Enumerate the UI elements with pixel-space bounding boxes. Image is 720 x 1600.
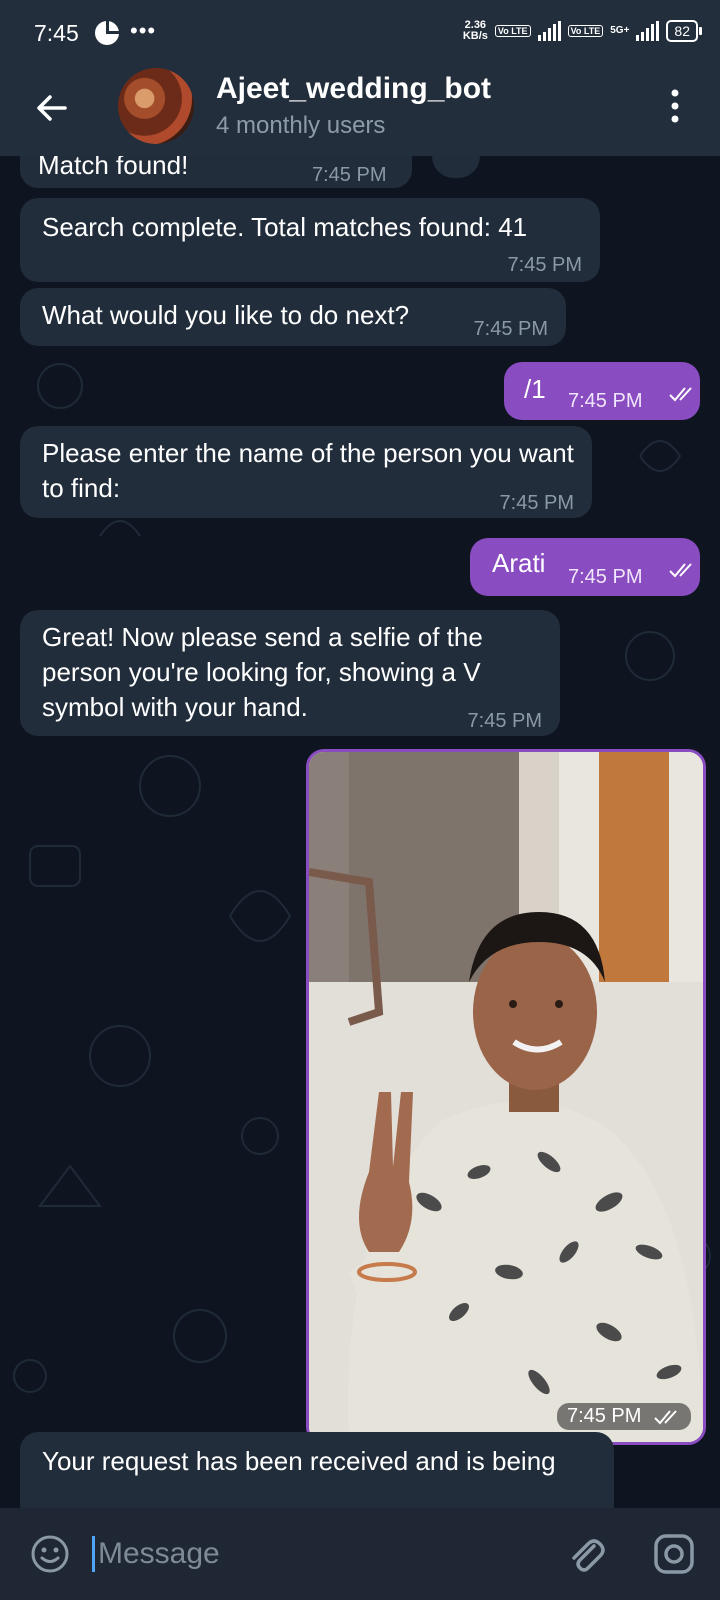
message-incoming[interactable]: Your request has been received and is be… <box>20 1432 614 1508</box>
message-input[interactable] <box>96 1530 530 1578</box>
message-incoming[interactable]: Please enter the name of the person you … <box>20 426 592 518</box>
selfie-photo[interactable] <box>309 752 703 1442</box>
chat-area[interactable]: Match found! 7:45 PM Search complete. To… <box>0 156 720 1508</box>
emoji-icon[interactable] <box>30 1534 70 1574</box>
attach-icon[interactable] <box>566 1532 606 1576</box>
message-outgoing[interactable]: /1 7:45 PM <box>504 362 700 420</box>
double-check-icon <box>669 387 692 402</box>
double-check-icon <box>669 563 692 578</box>
chat-subtitle: 4 monthly users <box>216 112 386 139</box>
battery-icon: 82 <box>666 20 702 42</box>
more-options-icon[interactable] <box>670 88 680 124</box>
status-icons: 2.36 KB/s Vo LTE Vo LTE 5G+ 82 <box>462 19 702 42</box>
status-bar: 7:45 ••• 2.36 KB/s Vo LTE Vo LTE 5G+ 82 <box>0 0 720 68</box>
network-speed: 2.36 KB/s <box>462 19 488 42</box>
message-outgoing[interactable]: Arati 7:45 PM <box>470 538 700 596</box>
status-time: 7:45 <box>34 20 79 46</box>
chat-header: Ajeet_wedding_bot 4 monthly users <box>0 68 720 156</box>
more-notifications-icon: ••• <box>130 18 157 43</box>
back-arrow-icon[interactable] <box>32 88 72 128</box>
chat-title[interactable]: Ajeet_wedding_bot <box>216 72 491 106</box>
photo-message[interactable]: 7:45 PM <box>306 749 706 1445</box>
signal-icon-2 <box>636 21 660 41</box>
volte-badge-2: Vo LTE <box>567 25 604 37</box>
text-cursor <box>92 1536 95 1572</box>
network-type: 5G+ <box>610 25 630 36</box>
bot-avatar[interactable] <box>118 68 194 144</box>
app-notification-icon <box>95 20 120 45</box>
double-check-icon <box>654 1410 677 1425</box>
volte-badge-1: Vo LTE <box>494 25 531 37</box>
message-incoming[interactable]: Match found! 7:45 PM <box>20 156 412 188</box>
message-incoming[interactable]: What would you like to do next? 7:45 PM <box>20 288 566 346</box>
message-composer <box>0 1508 720 1600</box>
photo-timestamp: 7:45 PM <box>556 1403 691 1430</box>
signal-icon-1 <box>537 21 561 41</box>
message-incoming[interactable]: Great! Now please send a selfie of the p… <box>20 610 560 736</box>
camera-icon[interactable] <box>652 1532 696 1576</box>
message-incoming[interactable]: Search complete. Total matches found: 41… <box>20 198 600 282</box>
